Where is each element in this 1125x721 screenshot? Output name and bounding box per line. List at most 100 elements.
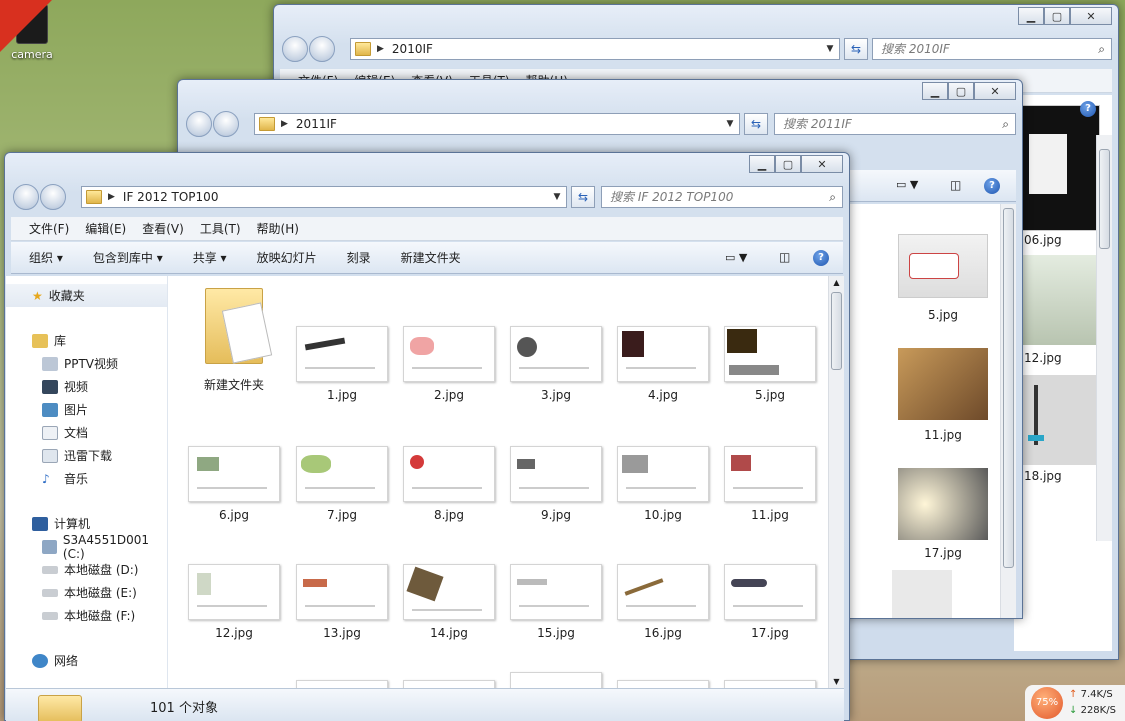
minimize-button[interactable]: ▁ — [1018, 7, 1044, 25]
scrollbar[interactable]: ▲ ▼ — [828, 276, 844, 688]
menu-view[interactable]: 查看(V) — [142, 220, 184, 237]
new-folder-button[interactable]: 新建文件夹 — [401, 249, 461, 266]
thumbnail[interactable] — [898, 348, 988, 420]
minimize-button[interactable]: ▁ — [749, 155, 775, 173]
sidebar-item-music[interactable]: ♪ 音乐 — [6, 467, 167, 490]
burn-button[interactable]: 刻录 — [347, 249, 371, 266]
back-button[interactable] — [282, 36, 308, 62]
file-label[interactable]: 11.jpg — [898, 428, 988, 442]
file-label[interactable]: 12.jpg — [1024, 351, 1062, 365]
view-options-icon[interactable]: ▭ ▼ — [725, 251, 747, 264]
maximize-button[interactable]: ▢ — [775, 155, 801, 173]
include-in-library-button[interactable]: 包含到库中 ▾ — [93, 249, 163, 266]
thumbnail[interactable] — [898, 468, 988, 540]
scrollbar[interactable] — [1000, 204, 1016, 618]
sidebar-item-library[interactable]: 库 — [6, 329, 167, 352]
forward-button[interactable] — [309, 36, 335, 62]
maximize-button[interactable]: ▢ — [1044, 7, 1070, 25]
sidebar-item-documents[interactable]: 文档 — [6, 421, 167, 444]
file-item[interactable] — [613, 680, 713, 688]
search-input[interactable]: 搜索 IF 2012 TOP100 ⌕ — [601, 186, 843, 208]
slideshow-button[interactable]: 放映幻灯片 — [257, 249, 317, 266]
file-item[interactable] — [399, 680, 499, 688]
file-item[interactable]: 17.jpg — [720, 564, 820, 640]
refresh-button[interactable]: ⇆ — [844, 38, 868, 60]
file-item[interactable]: 15.jpg — [506, 564, 606, 640]
file-item[interactable]: 11.jpg — [720, 446, 820, 522]
file-item[interactable]: 4.jpg — [613, 326, 713, 402]
back-button[interactable] — [13, 184, 39, 210]
menu-help[interactable]: 帮助(H) — [257, 220, 299, 237]
refresh-button[interactable]: ⇆ — [571, 186, 595, 208]
file-item[interactable]: 14.jpg — [399, 564, 499, 640]
sidebar-item-favorites[interactable]: ★ 收藏夹 — [6, 284, 167, 307]
file-item[interactable] — [720, 680, 820, 688]
sidebar-item-pictures[interactable]: 图片 — [6, 398, 167, 421]
forward-button[interactable] — [213, 111, 239, 137]
file-item[interactable]: 5.jpg — [720, 326, 820, 402]
file-item[interactable] — [506, 672, 606, 688]
menu-tools[interactable]: 工具(T) — [200, 220, 241, 237]
share-button[interactable]: 共享 ▾ — [193, 249, 227, 266]
file-item[interactable]: 16.jpg — [613, 564, 713, 640]
file-label[interactable]: 18.jpg — [1024, 469, 1062, 483]
help-icon[interactable]: ? — [813, 250, 829, 266]
file-item[interactable]: 6.jpg — [184, 446, 284, 522]
help-icon[interactable]: ? — [1080, 101, 1096, 117]
sidebar-item-videos[interactable]: 视频 — [6, 375, 167, 398]
close-button[interactable]: ✕ — [974, 82, 1016, 100]
thumbnail[interactable] — [892, 570, 952, 618]
preview-pane-icon[interactable]: ◫ — [779, 250, 790, 264]
file-item[interactable]: 10.jpg — [613, 446, 713, 522]
minimize-button[interactable]: ▁ — [922, 82, 948, 100]
thumbnail[interactable] — [898, 234, 988, 298]
thumbnail[interactable] — [1014, 105, 1100, 231]
maximize-button[interactable]: ▢ — [948, 82, 974, 100]
sidebar-item-pptv[interactable]: PPTV视频 — [6, 352, 167, 375]
close-button[interactable]: ✕ — [801, 155, 843, 173]
file-item[interactable]: 3.jpg — [506, 326, 606, 402]
file-item[interactable]: 1.jpg — [292, 326, 392, 402]
sidebar-item-drive-c[interactable]: S3A4551D001 (C:) — [6, 533, 167, 561]
sidebar-item-drive-f[interactable]: 本地磁盘 (F:) — [6, 604, 167, 627]
file-item[interactable]: 7.jpg — [292, 446, 392, 522]
scrollbar-thumb[interactable] — [831, 292, 842, 370]
file-item[interactable]: 12.jpg — [184, 564, 284, 640]
help-icon[interactable]: ? — [984, 178, 1000, 194]
view-options-icon[interactable]: ▭ ▼ — [896, 178, 918, 191]
network-speed-widget[interactable]: 75% ↑ 7.4K/S ↓ 228K/S — [1025, 685, 1125, 721]
menu-edit[interactable]: 编辑(E) — [85, 220, 126, 237]
file-item[interactable]: 2.jpg — [399, 326, 499, 402]
menu-file[interactable]: 文件(F) — [29, 220, 69, 237]
scrollbar[interactable] — [1096, 135, 1112, 541]
thumbnail[interactable] — [1014, 375, 1100, 465]
scrollbar-thumb[interactable] — [1099, 149, 1110, 249]
search-input[interactable]: 搜索 2010IF ⌕ — [872, 38, 1112, 60]
search-input[interactable]: 搜索 2011IF ⌕ — [774, 113, 1016, 135]
thumbnail[interactable] — [1014, 255, 1100, 345]
scrollbar-thumb[interactable] — [1003, 208, 1014, 568]
sidebar-item-drive-e[interactable]: 本地磁盘 (E:) — [6, 581, 167, 604]
file-item[interactable]: 9.jpg — [506, 446, 606, 522]
forward-button[interactable] — [40, 184, 66, 210]
address-bar[interactable]: ▶ IF 2012 TOP100 ▼ — [81, 186, 567, 208]
address-bar[interactable]: ▶ 2011IF ▼ — [254, 113, 740, 135]
file-item[interactable]: 8.jpg — [399, 446, 499, 522]
folder-item[interactable]: 新建文件夹 — [184, 282, 284, 393]
file-label[interactable]: 5.jpg — [898, 308, 988, 322]
file-item[interactable] — [292, 680, 392, 688]
preview-pane-icon[interactable]: ◫ — [950, 178, 961, 192]
organize-button[interactable]: 组织 ▾ — [29, 249, 63, 266]
scroll-up-arrow[interactable]: ▲ — [829, 278, 844, 287]
file-label[interactable]: 06.jpg — [1024, 233, 1062, 247]
file-item[interactable]: 13.jpg — [292, 564, 392, 640]
back-button[interactable] — [186, 111, 212, 137]
refresh-button[interactable]: ⇆ — [744, 113, 768, 135]
close-button[interactable]: ✕ — [1070, 7, 1112, 25]
sidebar-item-thunder-downloads[interactable]: 迅雷下载 — [6, 444, 167, 467]
scroll-down-arrow[interactable]: ▼ — [829, 677, 844, 686]
address-bar[interactable]: ▶ 2010IF ▼ — [350, 38, 840, 60]
sidebar-item-drive-d[interactable]: 本地磁盘 (D:) — [6, 558, 167, 581]
file-label[interactable]: 17.jpg — [898, 546, 988, 560]
sidebar-item-network[interactable]: 网络 — [6, 649, 167, 672]
